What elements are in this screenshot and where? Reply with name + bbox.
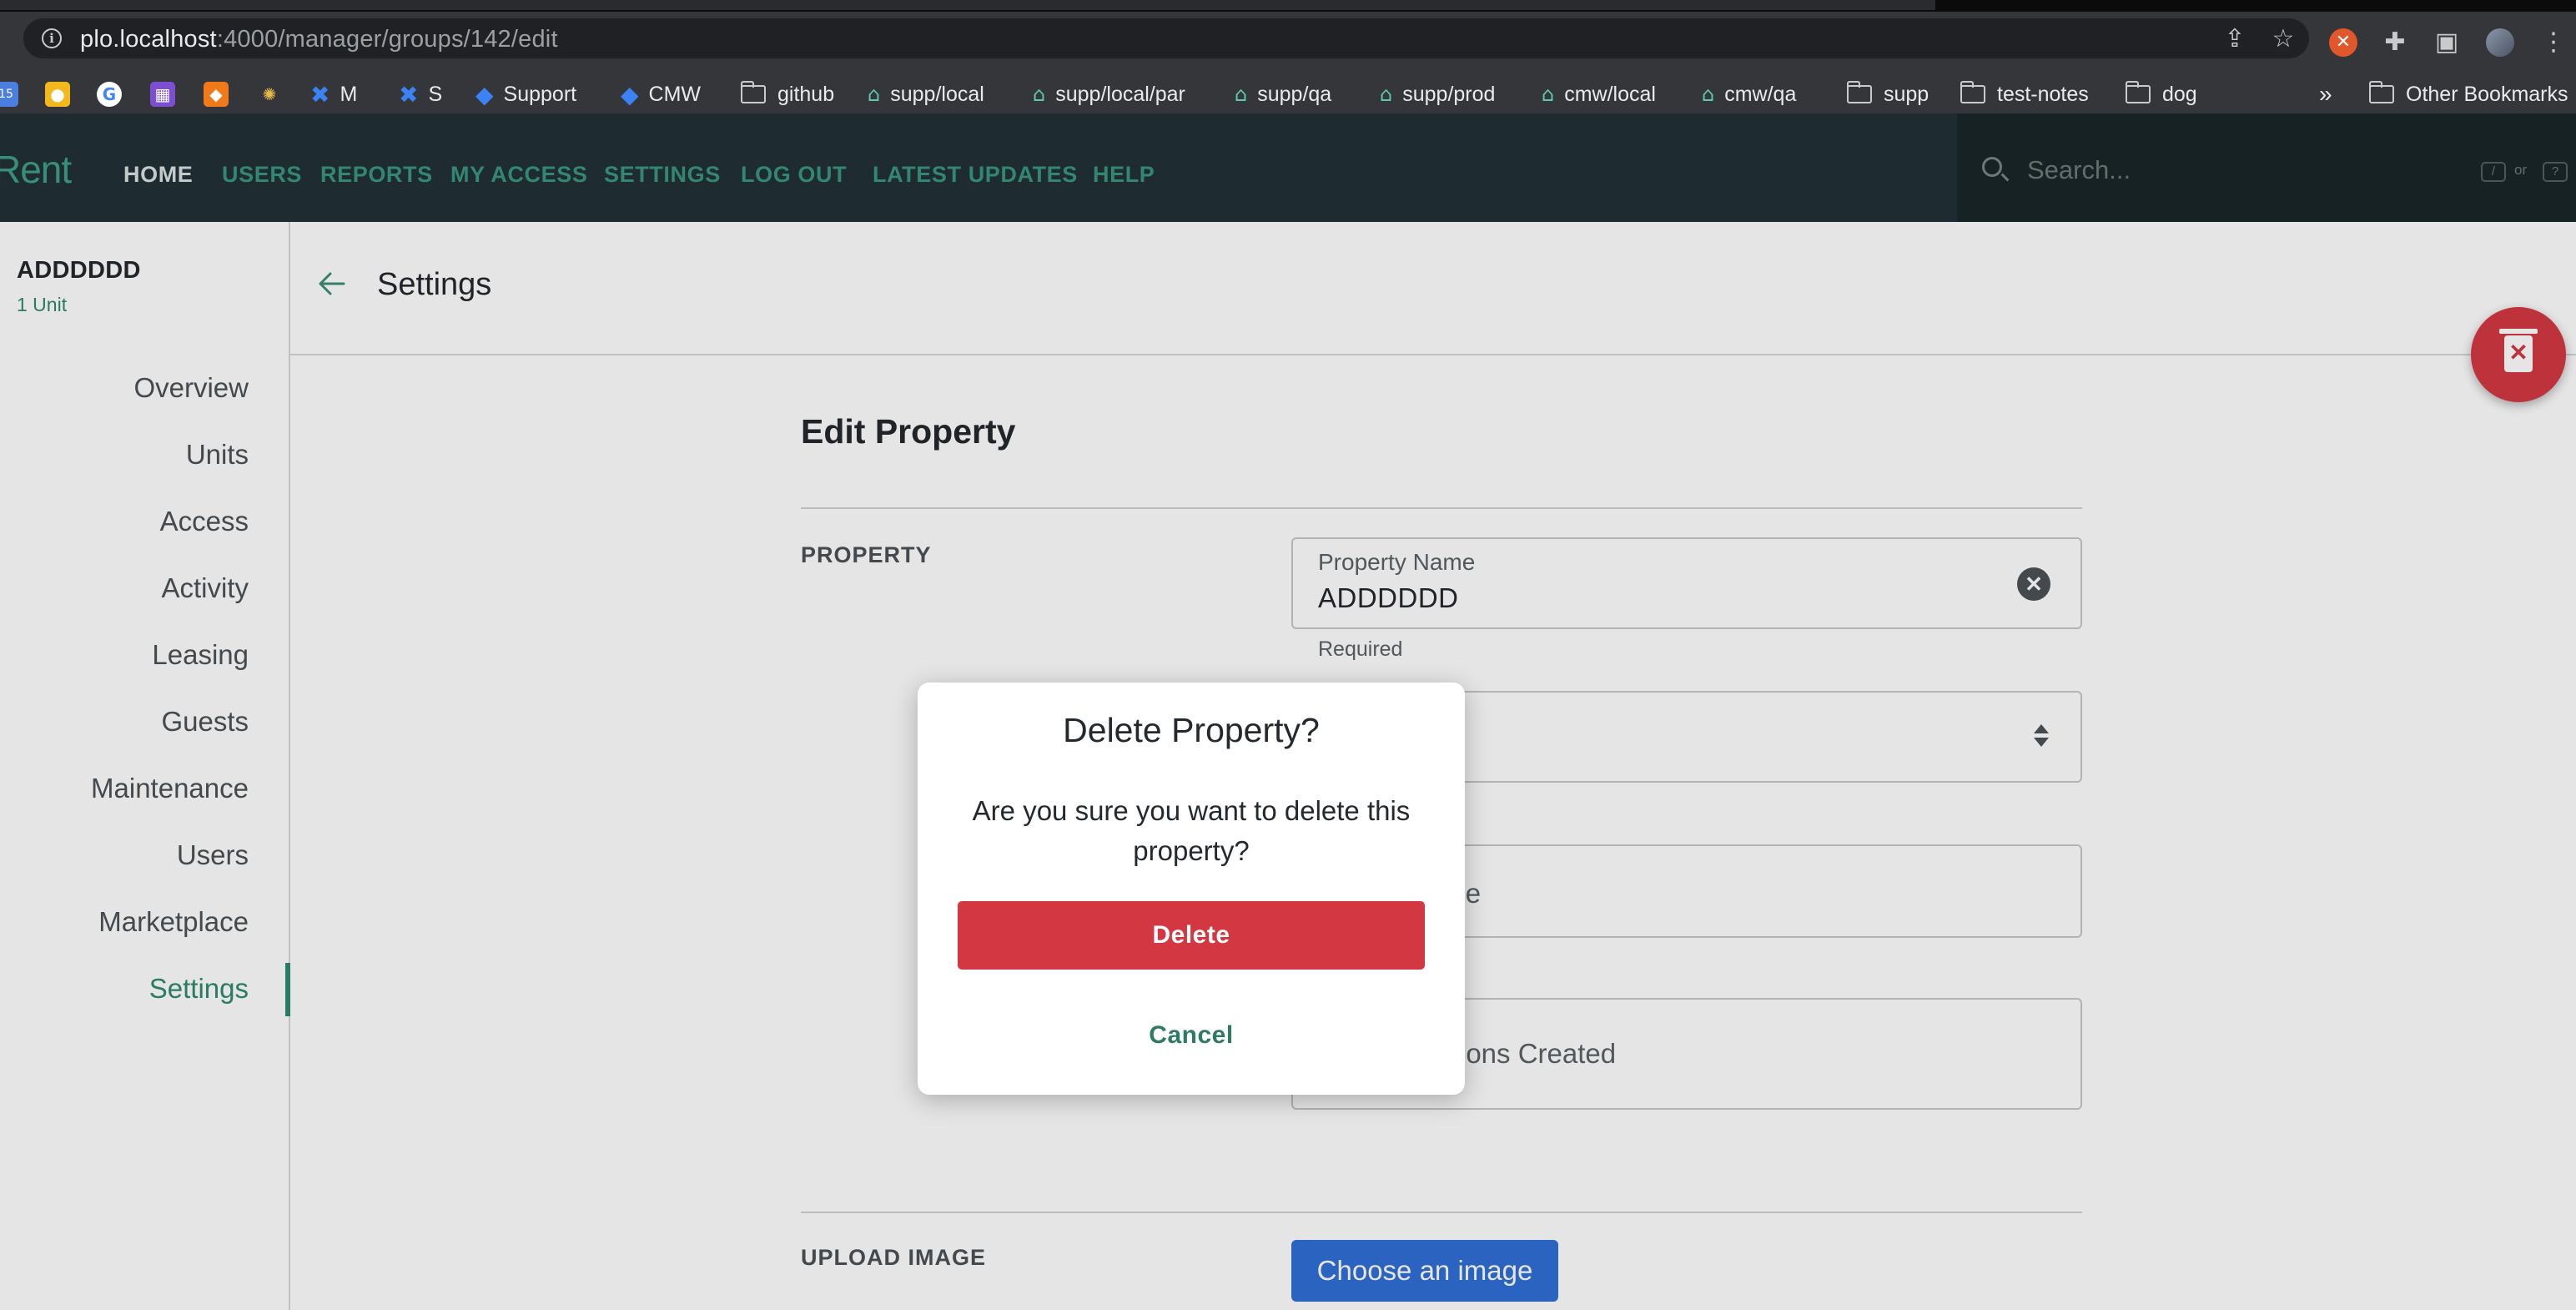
bookmark-label: Other Bookmarks [2406,82,2568,106]
bookmark-label: Support [503,82,577,106]
bookmark-label: dog [2162,82,2197,106]
dialog-message: Are you sure you want to delete this pro… [972,795,1411,866]
confirm-delete-button[interactable]: Delete [958,901,1425,970]
confluence-icon: ✖ [310,80,330,108]
bookmark-label: github [777,82,835,106]
folder-icon [2126,81,2151,103]
other-bookmarks[interactable]: Other Bookmarks [2369,75,2568,113]
bookmarks-overflow-button[interactable]: » [2319,75,2332,113]
house-icon: ⌂ [1235,83,1248,106]
folder-icon [1960,81,1985,103]
cancel-button[interactable]: Cancel [918,1021,1465,1050]
url-host: plo.localhost [80,26,217,53]
dialog-title: Delete Property? [1063,711,1320,749]
bookmark-test-notes[interactable]: test-notes [1960,75,2089,113]
folder-icon [2369,81,2394,103]
bookmark-m[interactable]: ✖ M [310,75,357,113]
bookmark-dog[interactable]: dog [2126,75,2197,113]
bookmark-cmw-local[interactable]: ⌂ cmw/local [1542,75,1656,113]
bookmark-label: S [428,82,443,106]
bookmark-supp-qa[interactable]: ⌂ supp/qa [1235,75,1331,113]
house-icon: ⌂ [1380,83,1393,106]
bookmark-cmw[interactable]: ◆ CMW [621,75,701,113]
house-icon: ⌂ [868,83,881,106]
active-tab-strip[interactable] [0,0,1935,10]
bookmark-google[interactable]: G [97,75,132,113]
bookmark-label: supp/prod [1402,82,1496,106]
bookmark-supp[interactable]: supp [1847,75,1929,113]
jira-icon: ◆ [475,80,494,108]
delete-property-dialog: Delete Property? Are you sure you want t… [918,683,1465,1095]
profile-avatar[interactable] [2486,28,2514,57]
palette-icon: ✺ [262,84,277,104]
bookmark-keep[interactable]: ● [45,75,80,113]
bookmark-star-icon[interactable]: ☆ [2269,25,2297,53]
bookmarks-bar: 15 ● G ▦ ◆ ✺ ✖ M ✖ S ◆ Support ◆ CMW github … [0,75,2576,113]
bookmark-purple[interactable]: ▦ [150,75,185,113]
orange-cube-icon: ◆ [204,82,229,107]
site-info-icon[interactable]: i [42,28,62,48]
bookmark-label: cmw/local [1564,82,1656,106]
url-path: :4000/manager/groups/142/edit [216,26,558,53]
bookmark-supp-local[interactable]: ⌂ supp/local [868,75,984,113]
google-icon: G [97,82,122,107]
bookmark-label: supp/local/par [1055,82,1185,106]
bookmark-label: supp/local [890,82,984,106]
confluence-icon: ✖ [399,80,419,108]
browser-tabstrip [0,0,2576,12]
bookmark-calendar[interactable]: 15 [0,75,28,113]
bookmark-label: test-notes [1997,82,2089,106]
keep-icon: ● [45,82,70,107]
bookmark-support[interactable]: ◆ Support [475,75,576,113]
bookmark-supp-prod[interactable]: ⌂ supp/prod [1380,75,1495,113]
folder-icon [741,81,766,103]
extensions-puzzle-icon[interactable]: ✚ [2381,28,2409,57]
bookmark-cmw-qa[interactable]: ⌂ cmw/qa [1702,75,1796,113]
bookmark-supp-local-par[interactable]: ⌂ supp/local/par [1033,75,1185,113]
browser-toolbar: i plo.localhost:4000/manager/groups/142/… [0,12,2576,83]
bookmark-s[interactable]: ✖ S [399,75,442,113]
bookmark-github[interactable]: github [741,75,834,113]
jira-icon: ◆ [621,80,639,108]
bookmark-orange[interactable]: ◆ [204,75,239,113]
browser-menu-icon[interactable]: ⋮ [2539,28,2568,57]
house-icon: ⌂ [1702,83,1715,106]
folder-icon [1847,81,1872,103]
house-icon: ⌂ [1542,83,1555,106]
side-panel-icon[interactable]: ▣ [2433,28,2461,57]
bookmark-label: supp [1884,82,1929,106]
purple-app-icon: ▦ [150,82,175,107]
address-url[interactable]: plo.localhost:4000/manager/groups/142/ed… [80,26,558,53]
share-icon[interactable]: ⇪ [2221,25,2249,53]
bookmark-palette[interactable]: ✺ [257,75,292,113]
nav-dim-overlay [0,113,2576,222]
extension-orange-icon[interactable]: ✕ [2329,28,2357,57]
bookmark-label: M [340,82,358,106]
bookmark-label: cmw/qa [1724,82,1797,106]
bookmark-label: supp/qa [1257,82,1332,106]
calendar-icon: 15 [0,82,18,107]
house-icon: ⌂ [1033,83,1046,106]
bookmark-label: CMW [648,82,702,106]
address-bar[interactable]: i plo.localhost:4000/manager/groups/142/… [23,18,2309,58]
